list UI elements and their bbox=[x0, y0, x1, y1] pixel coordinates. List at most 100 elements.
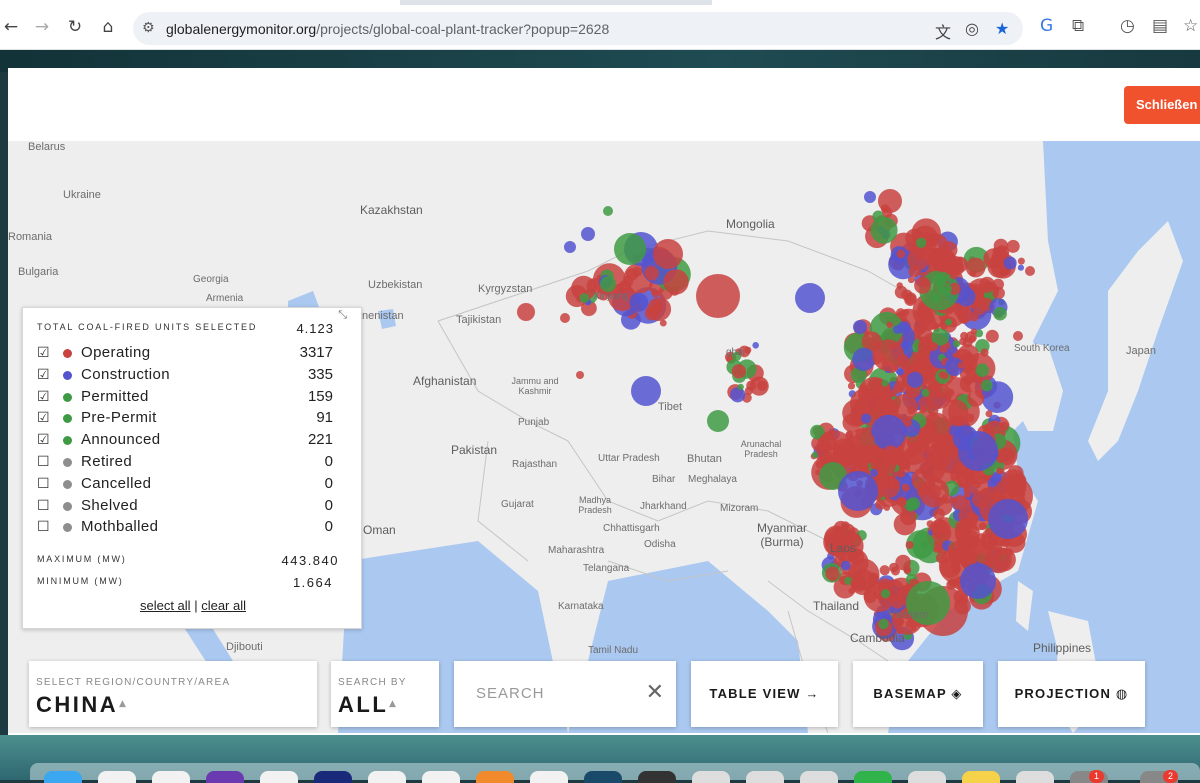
plant-marker[interactable] bbox=[852, 347, 876, 371]
plant-marker[interactable] bbox=[934, 273, 947, 286]
plant-marker[interactable] bbox=[870, 216, 898, 244]
dock-app-icon[interactable] bbox=[206, 771, 244, 783]
google-translate-icon[interactable]: G bbox=[1040, 16, 1053, 36]
dock-app-icon[interactable] bbox=[368, 771, 406, 783]
plant-marker[interactable] bbox=[907, 435, 922, 450]
checkbox-checked-icon[interactable]: ☑ bbox=[37, 367, 50, 383]
plant-marker[interactable] bbox=[816, 430, 853, 467]
reading-list-icon[interactable]: ▤ bbox=[1152, 16, 1168, 36]
eye-off-icon[interactable]: ◎ bbox=[965, 19, 979, 38]
plant-marker[interactable] bbox=[1013, 331, 1023, 341]
plant-marker[interactable] bbox=[965, 378, 972, 386]
home-icon[interactable]: ⌂ bbox=[97, 16, 119, 38]
plant-marker[interactable] bbox=[1017, 257, 1025, 265]
plant-marker[interactable] bbox=[850, 575, 867, 592]
dock-app-icon[interactable] bbox=[746, 771, 784, 783]
plant-marker[interactable] bbox=[600, 276, 616, 292]
plant-marker[interactable] bbox=[870, 468, 878, 477]
plant-marker[interactable] bbox=[707, 410, 729, 432]
plant-marker[interactable] bbox=[975, 363, 989, 377]
plant-marker[interactable] bbox=[988, 499, 1028, 539]
plant-marker[interactable] bbox=[904, 292, 917, 305]
dock-app-icon[interactable] bbox=[98, 771, 136, 783]
plant-marker[interactable] bbox=[861, 413, 872, 424]
translate-icon[interactable]: 文 bbox=[935, 19, 951, 43]
clear-all-link[interactable]: clear all bbox=[201, 598, 246, 613]
plant-marker[interactable] bbox=[993, 306, 1007, 321]
plant-marker[interactable] bbox=[564, 241, 576, 253]
plant-marker[interactable] bbox=[996, 455, 1005, 464]
legend-row-retired[interactable]: ☐ Retired 0 bbox=[37, 452, 337, 473]
plant-marker[interactable] bbox=[981, 379, 993, 392]
plant-marker[interactable] bbox=[907, 248, 930, 271]
plant-marker[interactable] bbox=[939, 344, 948, 353]
checkbox-empty-icon[interactable]: ☐ bbox=[37, 454, 50, 470]
select-all-link[interactable]: select all bbox=[140, 598, 191, 613]
plant-marker[interactable] bbox=[1003, 256, 1017, 270]
legend-row-mothballed[interactable]: ☐ Mothballed 0 bbox=[37, 517, 337, 538]
plant-marker[interactable] bbox=[881, 379, 889, 387]
plant-marker[interactable] bbox=[893, 325, 902, 334]
plant-marker[interactable] bbox=[864, 191, 876, 203]
plant-marker[interactable] bbox=[920, 337, 930, 347]
plant-marker[interactable] bbox=[992, 278, 1004, 291]
plant-marker[interactable] bbox=[976, 296, 987, 308]
plant-marker[interactable] bbox=[927, 404, 939, 416]
plant-marker[interactable] bbox=[996, 467, 1003, 475]
plant-marker[interactable] bbox=[931, 367, 938, 374]
plant-marker[interactable] bbox=[872, 339, 905, 372]
plant-marker[interactable] bbox=[970, 328, 977, 335]
close-button[interactable]: Schließen T bbox=[1124, 86, 1200, 124]
plant-marker[interactable] bbox=[967, 390, 985, 407]
plant-marker[interactable] bbox=[517, 303, 535, 321]
plant-marker[interactable] bbox=[933, 519, 948, 534]
plant-marker[interactable] bbox=[631, 376, 661, 406]
plant-marker[interactable] bbox=[863, 590, 877, 604]
collapse-icon[interactable]: ⤡ bbox=[338, 308, 347, 322]
search-by-select[interactable]: SEARCH BY ALL ▲ bbox=[331, 661, 439, 727]
dock-app-icon[interactable] bbox=[260, 771, 298, 783]
checkbox-checked-icon[interactable]: ☑ bbox=[37, 345, 50, 361]
back-icon[interactable]: ← bbox=[0, 16, 22, 38]
plant-marker[interactable] bbox=[916, 237, 927, 248]
plant-marker[interactable] bbox=[906, 371, 924, 388]
plant-marker[interactable] bbox=[935, 433, 947, 444]
legend-row-permitted[interactable]: ☑ Permitted 159 bbox=[37, 387, 337, 408]
checkbox-checked-icon[interactable]: ☑ bbox=[37, 410, 50, 426]
dock-app-icon[interactable] bbox=[638, 771, 676, 783]
plant-marker[interactable] bbox=[560, 313, 570, 323]
dock-app-icon[interactable] bbox=[908, 771, 946, 783]
plant-marker[interactable] bbox=[901, 483, 910, 492]
table-view-button[interactable]: TABLE VIEW → bbox=[691, 661, 838, 727]
plant-marker[interactable] bbox=[896, 249, 906, 259]
plant-marker[interactable] bbox=[980, 348, 989, 357]
plant-marker[interactable] bbox=[886, 321, 893, 329]
dock-app-icon[interactable] bbox=[692, 771, 730, 783]
url-text[interactable]: globalenergymonitor.org/projects/global-… bbox=[166, 21, 609, 37]
legend-row-pre-permit[interactable]: ☑ Pre-Permit 91 bbox=[37, 408, 337, 429]
dock-app-icon[interactable] bbox=[422, 771, 460, 783]
plant-marker[interactable] bbox=[905, 541, 914, 549]
plant-marker[interactable] bbox=[659, 319, 667, 327]
plant-marker[interactable] bbox=[838, 471, 878, 511]
forward-icon[interactable]: → bbox=[31, 16, 53, 38]
dock-app-icon[interactable] bbox=[1016, 771, 1054, 783]
plant-marker[interactable] bbox=[859, 445, 878, 463]
dock-app-icon[interactable] bbox=[314, 771, 352, 783]
plant-marker[interactable] bbox=[930, 382, 942, 394]
plant-marker[interactable] bbox=[930, 247, 955, 273]
plant-marker[interactable] bbox=[965, 257, 986, 278]
plant-marker[interactable] bbox=[965, 491, 972, 498]
checkbox-checked-icon[interactable]: ☑ bbox=[37, 389, 50, 405]
checkbox-empty-icon[interactable]: ☐ bbox=[37, 519, 50, 535]
plant-marker[interactable] bbox=[603, 206, 613, 216]
address-bar[interactable]: ⚙ globalenergymonitor.org/projects/globa… bbox=[133, 12, 1023, 45]
plant-marker[interactable] bbox=[924, 444, 951, 471]
checkbox-empty-icon[interactable]: ☐ bbox=[37, 476, 50, 492]
clear-search-icon[interactable]: ✕ bbox=[646, 680, 664, 705]
plant-marker[interactable] bbox=[581, 227, 595, 241]
plant-marker[interactable] bbox=[840, 560, 851, 571]
legend-row-operating[interactable]: ☑ Operating 3317 bbox=[37, 343, 337, 364]
plant-marker[interactable] bbox=[890, 389, 897, 397]
plant-marker[interactable] bbox=[952, 495, 968, 511]
